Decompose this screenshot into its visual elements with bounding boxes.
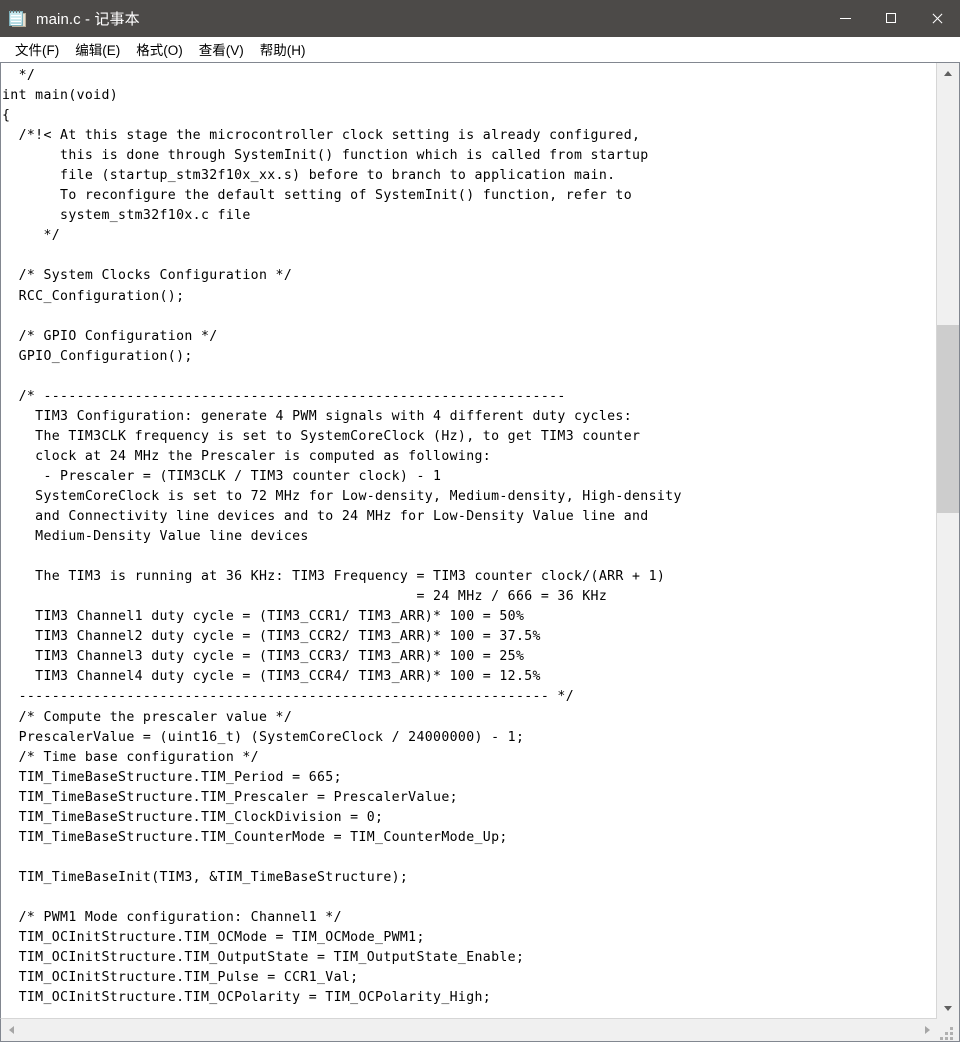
menu-bar: 文件(F) 编辑(E) 格式(O) 查看(V) 帮助(H) <box>0 37 960 62</box>
vertical-scrollbar[interactable] <box>936 63 960 1018</box>
resize-grip[interactable] <box>937 1018 960 1042</box>
notepad-icon <box>9 9 27 28</box>
vertical-scroll-thumb[interactable] <box>937 325 959 514</box>
menu-item-file[interactable]: 文件(F) <box>8 36 66 63</box>
horizontal-scroll-track[interactable] <box>21 1019 917 1041</box>
chevron-down-icon <box>944 1005 952 1011</box>
scroll-left-button[interactable] <box>1 1019 21 1041</box>
chevron-up-icon <box>944 70 952 76</box>
minimize-icon <box>839 13 851 24</box>
maximize-button[interactable] <box>868 0 914 37</box>
editor-container: */ int main(void) { /*!< At this stage t… <box>0 62 960 1042</box>
notepad-window: main.c - 记事本 文件(F) 编辑(E) 格式(O) 查看(V) 帮助(… <box>0 0 960 1042</box>
close-icon <box>932 13 943 24</box>
editor-text[interactable]: */ int main(void) { /*!< At this stage t… <box>1 63 936 1008</box>
chevron-left-icon <box>8 1026 14 1034</box>
close-button[interactable] <box>914 0 960 37</box>
menu-item-format[interactable]: 格式(O) <box>129 36 190 63</box>
editor-row: */ int main(void) { /*!< At this stage t… <box>0 62 960 1018</box>
chevron-right-icon <box>924 1026 930 1034</box>
text-editor[interactable]: */ int main(void) { /*!< At this stage t… <box>0 63 936 1018</box>
maximize-icon <box>885 13 897 24</box>
title-bar[interactable]: main.c - 记事本 <box>0 0 960 37</box>
bottom-row <box>0 1018 960 1042</box>
window-title: main.c - 记事本 <box>36 11 140 28</box>
minimize-button[interactable] <box>822 0 868 37</box>
menu-item-edit[interactable]: 编辑(E) <box>68 36 127 63</box>
scroll-down-button[interactable] <box>937 998 959 1018</box>
menu-item-view[interactable]: 查看(V) <box>192 36 251 63</box>
menu-item-help[interactable]: 帮助(H) <box>253 36 313 63</box>
vertical-scroll-track[interactable] <box>937 83 959 998</box>
caption-button-group <box>822 0 960 37</box>
horizontal-scrollbar[interactable] <box>0 1018 937 1042</box>
scroll-right-button[interactable] <box>917 1019 937 1041</box>
scroll-up-button[interactable] <box>937 63 959 83</box>
